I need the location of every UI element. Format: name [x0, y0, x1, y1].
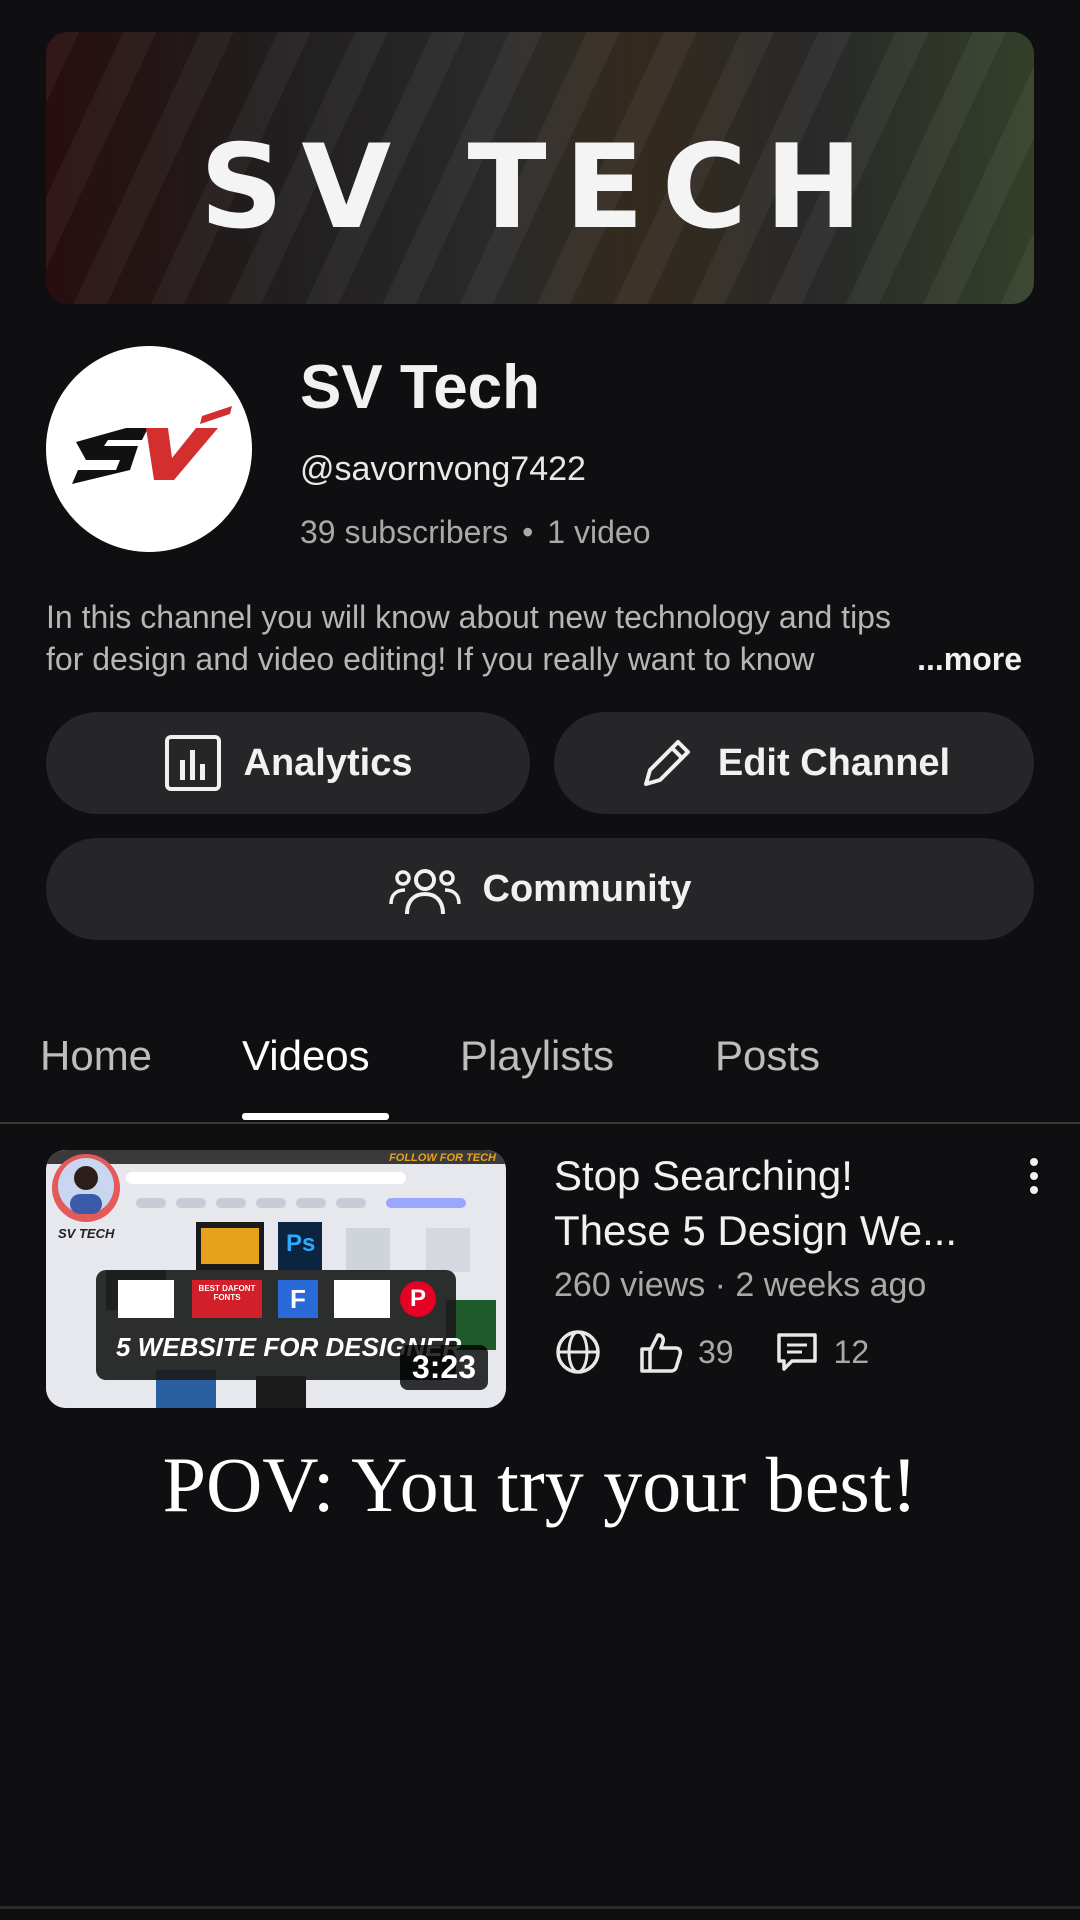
channel-tabs: Home Videos Playlists Posts	[0, 1026, 1080, 1124]
analytics-label: Analytics	[243, 741, 413, 784]
comment-icon	[776, 1333, 817, 1371]
thumbnail-fonts-label: BEST DAFONT FONTS	[198, 1284, 256, 1302]
video-meta: 260 views · 2 weeks ago	[554, 1266, 927, 1304]
people-icon	[388, 869, 461, 915]
video-title-line-2: These 5 Design We...	[554, 1207, 958, 1254]
tab-playlists[interactable]: Playlists	[460, 1032, 614, 1080]
active-tab-indicator	[242, 1113, 389, 1120]
video-count: 1 video	[547, 514, 651, 550]
more-vertical-icon[interactable]	[1024, 1156, 1044, 1196]
subscriber-count: 39 subscribers	[300, 514, 509, 550]
video-duration: 3:23	[399, 1345, 488, 1390]
community-label: Community	[482, 867, 692, 910]
caption-overlay: POV: You try your best!	[162, 1441, 918, 1528]
description-line-2-wrap: for design and video editing! If you rea…	[46, 638, 1036, 680]
pencil-icon	[643, 740, 690, 786]
video-title-line-1: Stop Searching!	[554, 1152, 853, 1199]
tab-home[interactable]: Home	[40, 1032, 152, 1080]
channel-handle: @savornvong7422	[300, 450, 586, 488]
tab-posts[interactable]: Posts	[715, 1032, 820, 1080]
thumbnail-ps: Ps	[286, 1230, 316, 1257]
video-thumbnail[interactable]: SV TECH FOLLOW FOR TECH Ps BEST DAFONT F…	[46, 1150, 506, 1408]
description-line-2: for design and video editing! If you rea…	[46, 641, 815, 677]
stats-separator: •	[522, 514, 534, 550]
edit-channel-button[interactable]: Edit Channel	[554, 712, 1034, 814]
channel-name: SV Tech	[300, 353, 541, 422]
tabs-divider	[0, 1122, 1080, 1124]
bottom-divider	[0, 1906, 1080, 1909]
like-count: 39	[698, 1333, 734, 1370]
thumbnail-tag: FOLLOW FOR TECH	[389, 1152, 496, 1164]
community-button[interactable]: Community	[46, 838, 1034, 940]
edit-channel-label: Edit Channel	[717, 741, 951, 784]
channel-banner: SV TECH	[46, 32, 1034, 304]
video-stats: 39 12	[554, 1330, 869, 1374]
thumbnail-f: F	[290, 1284, 306, 1314]
banner-title: SV TECH	[199, 120, 881, 255]
globe-icon	[556, 1330, 600, 1374]
channel-avatar[interactable]	[46, 346, 252, 552]
description-line-1: In this channel you will know about new …	[46, 599, 891, 635]
thumbnail-brand: SV TECH	[58, 1226, 115, 1241]
tab-videos[interactable]: Videos	[242, 1032, 370, 1080]
more-link[interactable]: ...more	[877, 638, 1022, 680]
thumbnail-p: P	[409, 1285, 426, 1312]
sv-logo-icon	[72, 406, 232, 484]
video-title[interactable]: Stop Searching! These 5 Design We...	[554, 1148, 994, 1258]
thumbs-up-icon	[640, 1333, 683, 1373]
bar-chart-icon	[164, 735, 221, 791]
channel-description[interactable]: In this channel you will know about new …	[46, 596, 1036, 680]
analytics-button[interactable]: Analytics	[46, 712, 530, 814]
comment-count: 12	[833, 1333, 870, 1370]
channel-stats: 39 subscribers • 1 video	[300, 514, 650, 551]
